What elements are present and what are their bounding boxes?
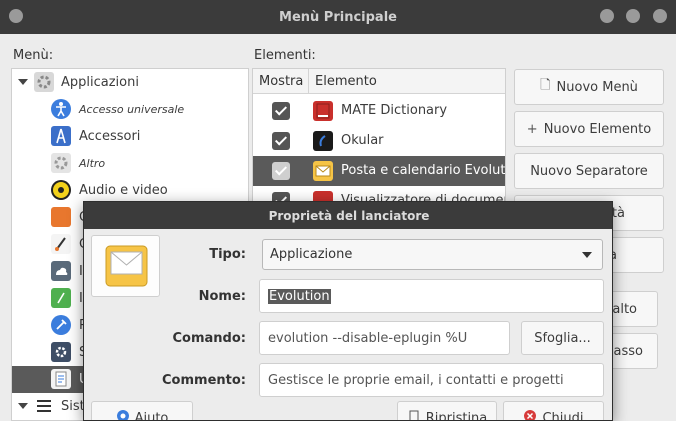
revert-label: Ripristina <box>425 410 488 421</box>
elements-list-header: Mostra Elemento <box>253 69 505 94</box>
help-label: Aiuto <box>134 410 169 421</box>
new-menu-button[interactable]: 🗋 Nuovo Menù <box>514 69 664 105</box>
new-separator-button[interactable]: Nuovo Separatore <box>514 153 664 189</box>
minimize-button[interactable] <box>600 9 614 23</box>
programming-icon <box>51 315 71 335</box>
show-checkbox[interactable] <box>272 132 290 150</box>
graphics-icon <box>51 234 71 254</box>
dialog-title: Proprietà del lanciatore <box>84 202 612 229</box>
close-dialog-button[interactable]: Chiudi <box>503 401 604 421</box>
accessories-icon <box>51 126 71 146</box>
tree-item-altro[interactable]: Altro <box>12 150 248 177</box>
system-icon <box>34 396 54 416</box>
tree-item-applicazioni[interactable]: Applicazioni <box>12 69 248 96</box>
office-icon <box>51 288 71 308</box>
name-field-value: Evolution <box>268 289 331 304</box>
new-menu-label: Nuovo Menù <box>556 79 638 95</box>
elements-list[interactable]: Mostra Elemento MATE Dictionary Okular P… <box>252 68 506 208</box>
type-select[interactable]: Applicazione <box>262 239 603 270</box>
tree-item-label: Accessori <box>79 129 141 144</box>
window-titlebar: Menù Principale <box>0 0 676 34</box>
close-icon <box>523 409 537 420</box>
type-label: Tipo: <box>209 247 246 262</box>
list-item-label: MATE Dictionary <box>341 103 448 118</box>
chevron-down-icon <box>582 252 592 258</box>
comment-field[interactable]: Gestisce le proprie email, i contatti e … <box>259 363 604 397</box>
mail-icon <box>313 161 333 181</box>
plus-icon: + <box>526 121 538 137</box>
gear-icon <box>34 72 54 92</box>
browse-label: Sfoglia... <box>534 330 591 346</box>
list-item[interactable]: MATE Dictionary <box>253 96 505 126</box>
close-window-button[interactable] <box>653 9 667 23</box>
column-header-item[interactable]: Elemento <box>315 74 377 89</box>
okular-icon <box>313 131 333 151</box>
browse-button[interactable]: Sfoglia... <box>521 321 604 355</box>
tree-item-label: Applicazioni <box>61 75 139 90</box>
name-label: Nome: <box>198 289 246 304</box>
list-item-label: Okular <box>341 133 384 148</box>
tree-item-label: Sist <box>61 399 85 414</box>
command-label: Comando: <box>172 331 246 346</box>
expander-icon[interactable] <box>18 79 28 85</box>
launcher-icon-button[interactable] <box>91 235 160 297</box>
dictionary-icon <box>313 101 333 121</box>
internet-icon <box>51 261 71 281</box>
window-title: Menù Principale <box>279 10 397 25</box>
list-item[interactable]: Okular <box>253 126 505 156</box>
comment-field-value: Gestisce le proprie email, i contatti e … <box>268 373 564 388</box>
launcher-properties-dialog: Proprietà del lanciatore Tipo: Applicazi… <box>83 201 613 421</box>
expander-icon[interactable] <box>18 403 28 409</box>
close-label: Chiudi <box>542 410 584 421</box>
help-icon <box>116 409 130 420</box>
tree-item-label: Altro <box>79 157 106 170</box>
tree-item-accessori[interactable]: Accessori <box>12 123 248 150</box>
name-field[interactable]: Evolution <box>259 279 604 313</box>
list-item-label: Posta e calendario Evolution <box>341 163 506 178</box>
settings-icon <box>51 342 71 362</box>
audio-video-icon <box>51 180 71 200</box>
tree-item-audio-video[interactable]: Audio e video <box>12 177 248 204</box>
column-separator <box>308 69 309 94</box>
games-icon <box>51 207 71 227</box>
list-item-selected[interactable]: Posta e calendario Evolution <box>253 156 506 186</box>
command-field[interactable]: evolution --disable-eplugin %U <box>259 321 510 355</box>
comment-label: Commento: <box>162 373 246 388</box>
new-document-icon: 🗋 <box>540 78 551 93</box>
gear-icon <box>51 153 71 173</box>
tree-item-label: Accesso universale <box>79 103 185 116</box>
tree-item-label: Audio e video <box>79 183 168 198</box>
new-item-label: Nuovo Elemento <box>543 121 652 137</box>
revert-button[interactable]: Ripristina <box>397 401 497 421</box>
type-select-value: Applicazione <box>270 247 353 262</box>
tree-item-accesso-universale[interactable]: Accesso universale <box>12 96 248 123</box>
elements-label: Elementi: <box>254 48 316 63</box>
menus-label: Menù: <box>13 48 54 63</box>
move-up-label: alto <box>612 301 637 317</box>
command-field-value: evolution --disable-eplugin %U <box>268 331 468 346</box>
new-separator-label: Nuovo Separatore <box>530 163 648 179</box>
revert-icon <box>407 409 421 420</box>
show-checkbox[interactable] <box>272 102 290 120</box>
help-button[interactable]: Aiuto <box>91 401 193 421</box>
office-doc-icon <box>51 369 71 389</box>
column-header-show[interactable]: Mostra <box>259 74 303 89</box>
show-checkbox[interactable] <box>272 162 290 180</box>
accessibility-icon <box>51 99 71 119</box>
new-item-button[interactable]: + Nuovo Elemento <box>514 111 664 147</box>
maximize-button[interactable] <box>626 9 640 23</box>
